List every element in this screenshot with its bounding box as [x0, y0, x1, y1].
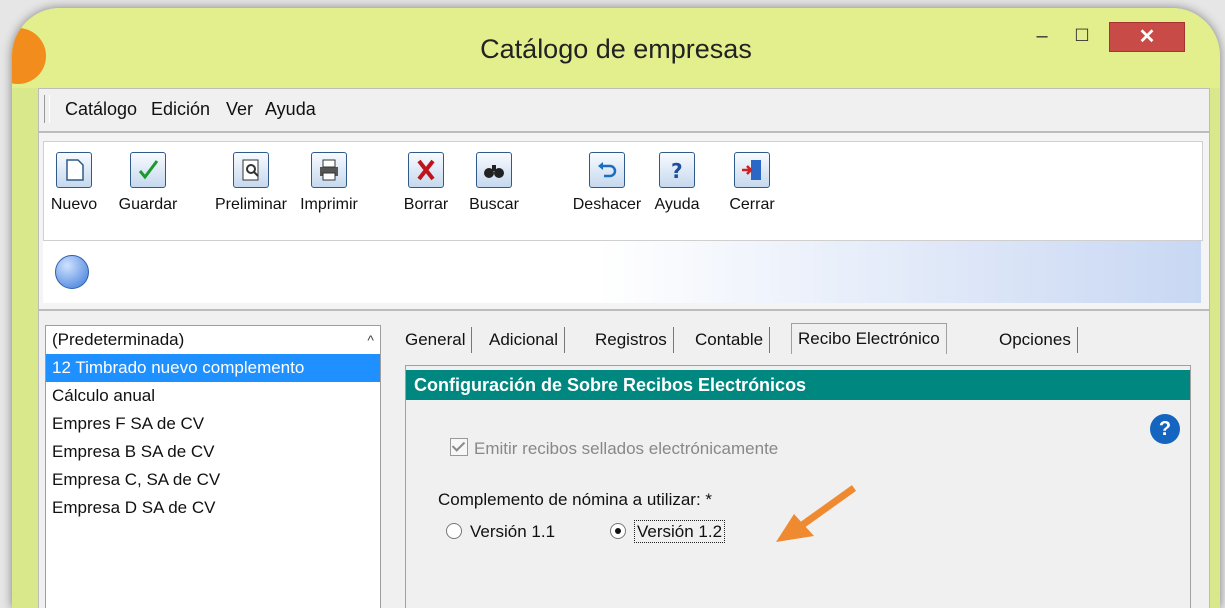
emit-receipts-checkbox[interactable] — [450, 438, 468, 456]
list-item[interactable]: Empres F SA de CV — [46, 410, 380, 438]
help-icon[interactable]: ? — [1150, 414, 1180, 444]
menu-catalogo[interactable]: Catálogo — [65, 99, 137, 120]
tab-general[interactable]: General — [399, 327, 473, 353]
preview-icon — [233, 152, 269, 188]
emit-receipts-label: Emitir recibos sellados electrónicamente — [474, 439, 779, 458]
list-item-selected[interactable]: 12 Timbrado nuevo complemento — [46, 354, 380, 382]
tab-recibo-electronico[interactable]: Recibo Electrónico — [791, 323, 947, 354]
save-button[interactable]: Guardar — [110, 152, 186, 214]
exit-door-icon — [734, 152, 770, 188]
section-title: Configuración de Sobre Recibos Electróni… — [414, 375, 807, 395]
title-bar: Catálogo de empresas – ☐ ✕ — [12, 8, 1220, 88]
scroll-up-icon[interactable]: ^ — [367, 332, 374, 348]
delete-label: Borrar — [403, 196, 449, 213]
list-item[interactable]: (Predeterminada) — [46, 326, 380, 354]
emit-receipts-checkbox-row: Emitir recibos sellados electrónicamente — [450, 438, 778, 459]
tab-contable[interactable]: Contable — [689, 327, 771, 353]
undo-button[interactable]: Deshacer — [564, 152, 650, 214]
binoculars-icon — [476, 152, 512, 188]
preview-label: Preliminar — [214, 196, 287, 213]
exit-label: Cerrar — [729, 196, 775, 213]
radio-button-selected[interactable] — [610, 523, 626, 539]
delete-button[interactable]: Borrar — [394, 152, 458, 214]
minimize-button[interactable]: – — [1027, 22, 1057, 50]
annotation-arrow-icon — [776, 485, 857, 542]
radio-version-1-2[interactable]: Versión 1.2 — [610, 520, 726, 543]
exit-button[interactable]: Cerrar — [724, 152, 780, 214]
info-bar — [43, 241, 1201, 303]
info-icon — [55, 255, 89, 289]
search-label: Buscar — [469, 196, 519, 213]
complement-label: Complemento de nómina a utilizar: * — [438, 490, 713, 509]
content-area: (Predeterminada) 12 Timbrado nuevo compl… — [38, 310, 1210, 608]
print-button[interactable]: Imprimir — [294, 152, 364, 214]
delete-x-icon — [408, 152, 444, 188]
toolbar: Nuevo Guardar Preliminar Imprimir Borrar… — [38, 132, 1210, 310]
app-window: Catálogo de empresas – ☐ ✕ Catálogo Edic… — [12, 8, 1220, 608]
save-check-icon — [130, 152, 166, 188]
svg-text:?: ? — [671, 159, 683, 183]
undo-label: Deshacer — [572, 196, 642, 213]
new-button[interactable]: Nuevo — [48, 152, 100, 214]
search-button[interactable]: Buscar — [462, 152, 526, 214]
menu-bar: Catálogo Edición Ver Ayuda — [38, 88, 1210, 132]
help-button[interactable]: ? Ayuda — [650, 152, 704, 214]
preview-button[interactable]: Preliminar — [210, 152, 292, 214]
print-label: Imprimir — [300, 196, 358, 213]
tab-adicional[interactable]: Adicional — [483, 327, 565, 353]
radio-button[interactable] — [446, 523, 462, 539]
radio-label-focused: Versión 1.2 — [634, 520, 726, 543]
list-item[interactable]: Empresa C, SA de CV — [46, 466, 380, 494]
help-question-icon: ? — [659, 152, 695, 188]
tab-opciones[interactable]: Opciones — [993, 327, 1078, 353]
toolbar-buttons: Nuevo Guardar Preliminar Imprimir Borrar… — [43, 141, 1203, 241]
save-label: Guardar — [118, 196, 178, 213]
menu-grip — [44, 95, 50, 123]
radio-label: Versión 1.1 — [470, 522, 556, 541]
menu-edicion[interactable]: Edición — [151, 99, 210, 120]
list-item[interactable]: Empresa B SA de CV — [46, 438, 380, 466]
close-button[interactable]: ✕ — [1109, 22, 1185, 52]
menu-ver[interactable]: Ver — [226, 99, 253, 120]
undo-icon — [589, 152, 625, 188]
company-list[interactable]: (Predeterminada) 12 Timbrado nuevo compl… — [45, 325, 381, 608]
radio-version-1-1[interactable]: Versión 1.1 — [446, 522, 555, 542]
maximize-button[interactable]: ☐ — [1067, 22, 1097, 50]
tab-registros[interactable]: Registros — [589, 327, 674, 353]
print-icon — [311, 152, 347, 188]
new-icon — [56, 152, 92, 188]
list-item[interactable]: Empresa D SA de CV — [46, 494, 380, 522]
help-label: Ayuda — [654, 196, 700, 213]
list-item[interactable]: Cálculo anual — [46, 382, 380, 410]
new-label: Nuevo — [50, 196, 98, 213]
section-header: Configuración de Sobre Recibos Electróni… — [406, 370, 1190, 400]
menu-ayuda[interactable]: Ayuda — [265, 99, 316, 120]
